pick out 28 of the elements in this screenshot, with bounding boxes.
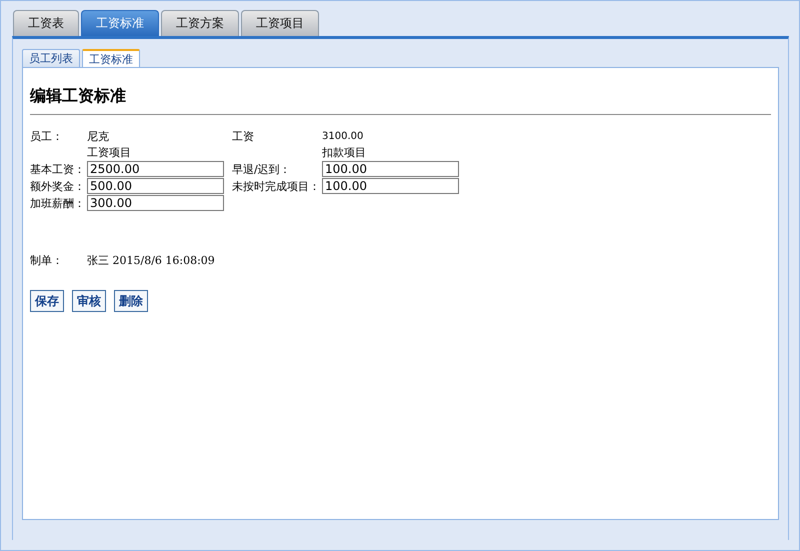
salary-value: 3100.00: [322, 131, 364, 142]
tab[interactable]: 工资标准: [82, 49, 140, 67]
employee-name: 尼克: [87, 129, 110, 144]
input-field[interactable]: 100.00: [322, 161, 459, 177]
action-button[interactable]: 删除: [114, 290, 148, 312]
tab[interactable]: 工资方案: [161, 10, 239, 36]
action-button[interactable]: 审核: [72, 290, 106, 312]
field-label: 员工：: [30, 129, 64, 144]
input-field[interactable]: 500.00: [87, 178, 224, 194]
tab[interactable]: 工资项目: [241, 10, 319, 36]
section-heading: 扣款项目: [322, 145, 367, 160]
field-label: 工资: [232, 129, 255, 144]
prepared-by-value: 张三 2015/8/6 16:08:09: [87, 253, 215, 268]
form-title: 编辑工资标准: [30, 86, 127, 107]
field-label: 额外奖金：: [30, 178, 86, 194]
field-label: 基本工资：: [30, 162, 86, 176]
tab[interactable]: 工资标准: [81, 10, 159, 36]
field-label: 制单：: [30, 253, 64, 268]
field-label: 早退/迟到：: [232, 162, 292, 176]
tab[interactable]: 员工列表: [22, 49, 80, 67]
input-field[interactable]: 100.00: [322, 178, 459, 194]
action-button[interactable]: 保存: [30, 290, 64, 312]
field-label: 未按时完成项目：: [232, 178, 321, 194]
input-field[interactable]: 2500.00: [87, 161, 224, 177]
field-label: 加班薪酬：: [30, 196, 86, 210]
section-heading: 工资项目: [87, 145, 132, 160]
input-field[interactable]: 300.00: [87, 195, 224, 211]
tab[interactable]: 工资表: [13, 10, 79, 36]
